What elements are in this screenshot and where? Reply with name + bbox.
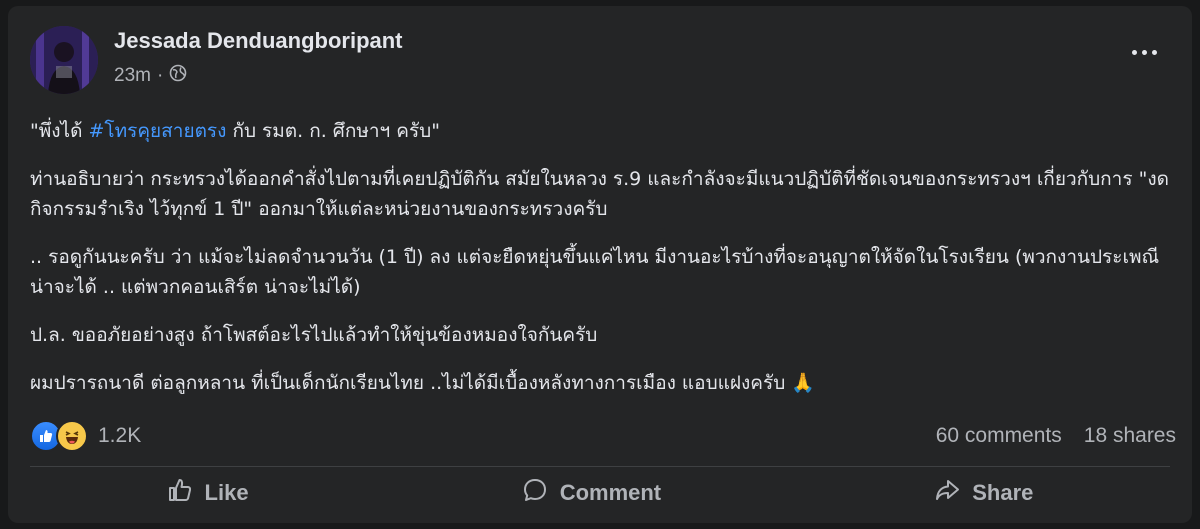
share-arrow-icon xyxy=(934,477,960,509)
comment-bubble-icon xyxy=(522,477,548,509)
avatar[interactable] xyxy=(30,26,98,94)
hashtag-link[interactable]: #โทรคุยสายตรง xyxy=(88,120,226,142)
post-body: "พึ่งได้ #โทรคุยสายตรง กับ รมต. ก. ศึกษา… xyxy=(30,116,1180,412)
comment-button[interactable]: Comment xyxy=(482,471,701,515)
post-meta: 23m · xyxy=(114,64,187,88)
comment-label: Comment xyxy=(559,480,662,505)
comments-count-link[interactable]: 60 comments xyxy=(936,424,1062,448)
post-paragraph-closing: ผมปรารถนาดี ต่อลูกหลาน ที่เป็นเด็กนักเรี… xyxy=(30,372,815,394)
separator-dot: · xyxy=(156,65,164,86)
divider xyxy=(30,466,1170,467)
headline-open: "พึ่งได้ xyxy=(30,120,89,142)
post-paragraph-waiting: .. รอดูกันนะครับ ว่า แม้จะไม่ลดจำนวนวัน … xyxy=(30,246,1160,298)
headline-close: กับ รมต. ก. ศึกษาฯ ครับ" xyxy=(226,120,440,142)
share-button[interactable]: Share xyxy=(894,471,1073,515)
post-paragraph-headline: "พึ่งได้ #โทรคุยสายตรง กับ รมต. ก. ศึกษา… xyxy=(30,116,1180,146)
like-button[interactable]: Like xyxy=(127,471,289,515)
post-paragraph-explanation: ท่านอธิบายว่า กระทรวงได้ออกคำสั่งไปตามที… xyxy=(30,168,1169,220)
thumbs-up-icon xyxy=(167,477,193,509)
shares-count-link[interactable]: 18 shares xyxy=(1084,424,1176,448)
haha-reaction-icon xyxy=(56,420,88,452)
post-card: Jessada Denduangboripant 23m · "พึ่งได้ … xyxy=(8,6,1192,523)
reaction-count: 1.2K xyxy=(98,424,142,447)
share-label: Share xyxy=(972,480,1034,505)
post-time[interactable]: 23m xyxy=(114,65,151,87)
more-options-icon[interactable] xyxy=(1124,38,1164,66)
like-label: Like xyxy=(204,480,249,505)
author-name[interactable]: Jessada Denduangboripant xyxy=(114,28,403,54)
globe-icon xyxy=(169,64,187,88)
post-paragraph-ps: ป.ล. ขออภัยอย่างสูง ถ้าโพสต์อะไรไปแล้วทำ… xyxy=(30,324,598,346)
action-bar: Like Comment Share xyxy=(30,472,1170,514)
reactions-summary[interactable]: 1.2K xyxy=(30,420,141,452)
post-stats: 60 comments 18 shares xyxy=(936,424,1176,448)
